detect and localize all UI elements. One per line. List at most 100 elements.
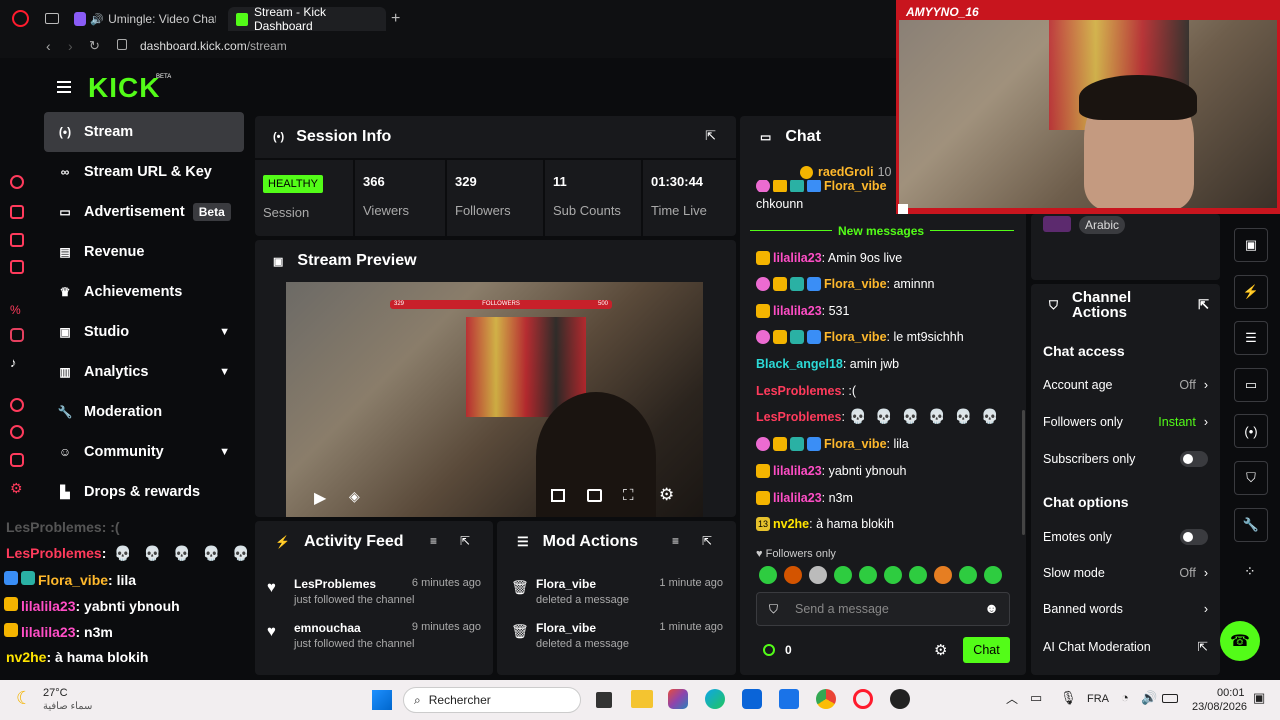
emote-icon[interactable]	[959, 566, 977, 584]
sidebar-app-icon[interactable]	[10, 260, 24, 274]
popout-icon[interactable]: ⇱	[705, 128, 716, 144]
tray-chevron-icon[interactable]: ︿	[1006, 690, 1018, 707]
gear-icon[interactable]: ⚙	[659, 485, 674, 505]
tabs-icon[interactable]	[45, 13, 59, 24]
theater-icon[interactable]	[587, 489, 602, 502]
settings-icon[interactable]: ⚙	[10, 480, 23, 497]
emote-icon[interactable]	[909, 566, 927, 584]
input-language[interactable]: FRA	[1087, 693, 1109, 705]
battery-icon[interactable]	[1162, 694, 1178, 703]
sidebar-app-icon[interactable]	[10, 398, 24, 412]
popout-icon[interactable]: ⇱	[1198, 297, 1209, 313]
rail-chat-button[interactable]: ▭	[1234, 368, 1268, 402]
rail-preview-button[interactable]: ▣	[1234, 228, 1268, 262]
sidebar-app-icon[interactable]	[10, 205, 24, 219]
sidebar-item-stream-url[interactable]: ∞ Stream URL & Key	[44, 152, 244, 192]
opera-taskbar-icon[interactable]	[853, 689, 873, 709]
sidebar-item-achievements[interactable]: ♛ Achievements	[44, 272, 244, 312]
outlook-icon[interactable]	[742, 689, 762, 709]
setting-banned-words[interactable]: Banned words ›	[1043, 602, 1208, 616]
url-field[interactable]: dashboard.kick.com/stream	[140, 39, 287, 53]
stream-video[interactable]: 329 FOLLOWERS 500 ▶ ◈ ⛶ ⚙	[286, 282, 703, 517]
sidebar-item-community[interactable]: ☺ Community ▼	[44, 432, 244, 472]
rail-mod-actions-button[interactable]: ☰	[1234, 321, 1268, 355]
sidebar-app-icon[interactable]	[10, 175, 24, 189]
meet-icon[interactable]: ▭	[1030, 690, 1042, 706]
taskbar-search[interactable]: ⌕ Rechercher	[403, 687, 581, 713]
tab-umingle[interactable]: 🔊 Umingle: Video Chat w	[66, 7, 224, 31]
chat-scrollbar[interactable]	[1022, 410, 1025, 535]
sidebar-item-moderation[interactable]: 🔧 Moderation	[44, 392, 244, 432]
fullscreen-icon[interactable]: ⛶	[623, 487, 634, 504]
chat-send-button[interactable]: Chat	[963, 637, 1010, 663]
popout-icon[interactable]: ⇱	[702, 534, 712, 548]
webcam-resize-handle[interactable]	[898, 204, 908, 214]
tiktok-icon[interactable]: ♪	[10, 355, 17, 370]
sidebar-item-stream[interactable]: (•) Stream	[44, 112, 244, 152]
sidebar-item-studio[interactable]: ▣ Studio ▼	[44, 312, 244, 352]
play-icon[interactable]: ▶	[314, 488, 326, 508]
m365-icon[interactable]	[668, 689, 688, 709]
pip-icon[interactable]	[551, 489, 565, 502]
sidebar-app-icon[interactable]	[10, 233, 24, 247]
history-icon[interactable]	[10, 425, 24, 439]
opera-gx-icon[interactable]	[890, 689, 910, 709]
rail-session-button[interactable]: (•)	[1234, 414, 1268, 448]
sidebar-item-drops[interactable]: ▙ Drops & rewards	[44, 472, 244, 512]
explorer-icon[interactable]	[631, 690, 653, 708]
clock-time[interactable]: 00:01	[1217, 687, 1245, 699]
sidebar-app-icon[interactable]: %	[10, 303, 21, 317]
back-icon[interactable]: ‹	[46, 38, 51, 54]
mute-icon[interactable]: ◈	[349, 488, 360, 505]
popout-icon[interactable]: ⇱	[460, 534, 470, 548]
support-button[interactable]: ☎	[1220, 621, 1260, 661]
setting-slow-mode[interactable]: Slow mode Off ›	[1043, 566, 1208, 580]
emotes-only-toggle[interactable]	[1180, 529, 1208, 545]
sidebar-item-advertisement[interactable]: ▭ Advertisement Beta	[44, 192, 244, 232]
chat-settings-icon[interactable]: ⚙	[934, 641, 947, 659]
subscribers-only-toggle[interactable]	[1180, 451, 1208, 467]
emote-icon[interactable]	[784, 566, 802, 584]
emote-icon[interactable]	[984, 566, 1002, 584]
emote-icon[interactable]	[809, 566, 827, 584]
rail-activity-button[interactable]: ⚡	[1234, 275, 1268, 309]
windows-start-icon[interactable]	[372, 690, 392, 710]
rail-moderation-button[interactable]: 🔧	[1234, 508, 1268, 542]
kick-logo[interactable]: KICK	[88, 72, 160, 104]
rail-channel-actions-button[interactable]: ⛉	[1234, 461, 1268, 495]
chrome-icon[interactable]	[816, 689, 836, 709]
notification-icon[interactable]: ▣	[1253, 690, 1265, 706]
filter-icon[interactable]: ≡	[672, 534, 679, 548]
emote-icon[interactable]	[884, 566, 902, 584]
opera-icon[interactable]	[12, 10, 29, 27]
emote-icon[interactable]	[759, 566, 777, 584]
emoji-icon[interactable]: ☻	[984, 600, 999, 616]
new-tab-button[interactable]: +	[391, 10, 400, 28]
forward-icon[interactable]: ›	[68, 38, 73, 54]
tab-kick-dashboard[interactable]: Stream - Kick Dashboard	[228, 5, 386, 33]
setting-account-age[interactable]: Account age Off ›	[1043, 378, 1208, 392]
mic-icon[interactable]: 🎙	[1060, 690, 1077, 706]
weather-icon[interactable]: ☾	[16, 688, 32, 709]
setting-subscribers-only[interactable]: Subscribers only	[1043, 451, 1208, 467]
emote-icon[interactable]	[834, 566, 852, 584]
volume-icon[interactable]: 🔊	[1141, 690, 1157, 706]
rail-more-icon[interactable]: ⁘	[1244, 563, 1256, 580]
emote-icon[interactable]	[934, 566, 952, 584]
filter-icon[interactable]: ≡	[430, 534, 437, 548]
edge-icon[interactable]	[705, 689, 725, 709]
reload-icon[interactable]: ↻	[89, 38, 100, 54]
setting-ai-moderation[interactable]: AI Chat Moderation ⇱	[1043, 639, 1208, 655]
sidebar-app-icon[interactable]	[10, 453, 24, 467]
message-input[interactable]: ⛉ Send a message ☻	[756, 592, 1010, 626]
clock-date[interactable]: 23/08/2026	[1192, 701, 1247, 713]
store-icon[interactable]	[779, 689, 799, 709]
emote-icon[interactable]	[859, 566, 877, 584]
sidebar-item-revenue[interactable]: ▤ Revenue	[44, 232, 244, 272]
setting-emotes-only[interactable]: Emotes only	[1043, 529, 1208, 545]
sidebar-item-analytics[interactable]: ▥ Analytics ▼	[44, 352, 244, 392]
wifi-icon[interactable]: ◔	[1121, 690, 1129, 705]
instagram-icon[interactable]	[10, 328, 24, 342]
setting-followers-only[interactable]: Followers only Instant ›	[1043, 415, 1208, 429]
taskview-icon[interactable]	[596, 692, 612, 708]
